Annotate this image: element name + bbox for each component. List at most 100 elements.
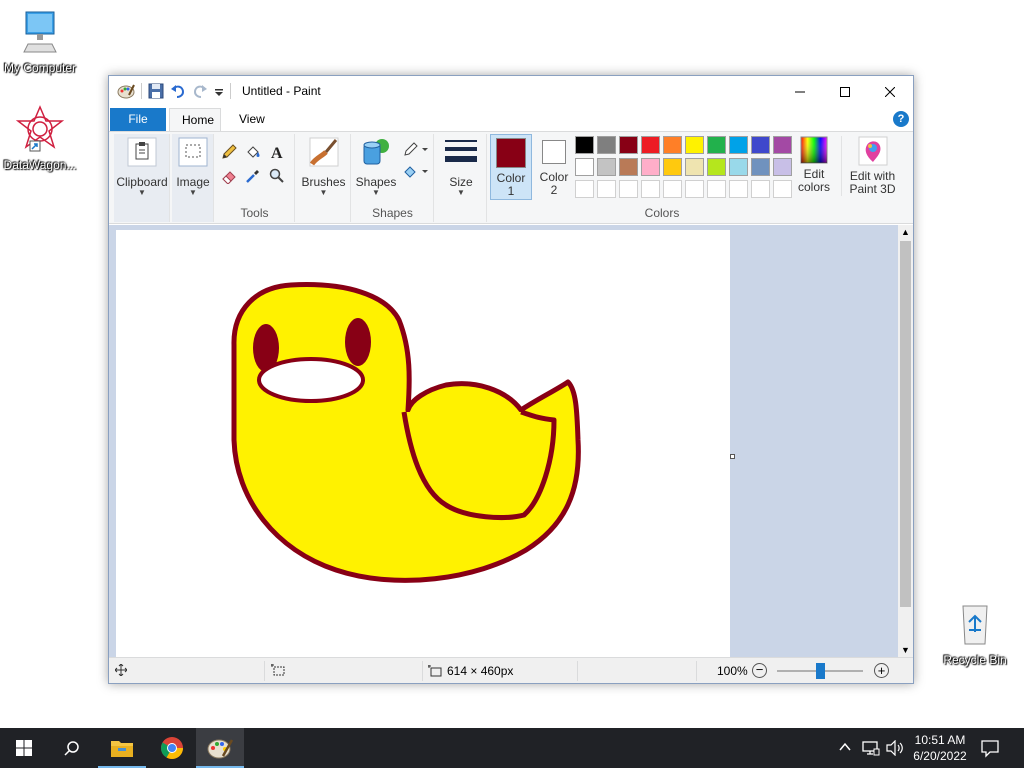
edit-with-paint3d-button[interactable]: Edit with Paint 3D [841,136,903,196]
palette-swatch[interactable] [619,158,638,176]
palette-swatch[interactable] [575,158,594,176]
fill-button[interactable] [402,162,430,182]
chrome-button[interactable] [148,728,196,768]
paint-app-icon[interactable] [117,83,135,99]
search-button[interactable] [48,728,96,768]
palette-swatch[interactable] [685,180,704,198]
tools-group: A Tools [215,134,295,222]
canvas-resize-handle[interactable] [730,454,735,459]
palette-swatch[interactable] [663,158,682,176]
zoom-slider[interactable] [777,663,863,679]
zoom-slider-thumb[interactable] [815,663,825,679]
palette-swatch[interactable] [729,180,748,198]
color-picker-tool[interactable] [243,166,263,186]
tab-home[interactable]: Home [169,108,221,131]
action-center-button[interactable] [980,738,1000,761]
palette-swatch[interactable] [751,158,770,176]
magnifier-tool[interactable] [267,166,287,186]
eraser-tool[interactable] [219,166,239,186]
desktop-icon-datawagon[interactable]: DataWagon... [0,105,80,172]
clock-time: 10:51 AM [914,733,966,747]
desktop-icon-recycle-bin[interactable]: Recycle Bin [935,600,1015,667]
desktop-icon-my-computer[interactable]: My Computer [0,8,80,75]
palette-swatch[interactable] [729,158,748,176]
text-tool[interactable]: A [267,142,287,162]
undo-icon[interactable] [170,83,186,99]
quick-access-toolbar [117,83,231,99]
volume-button[interactable] [886,739,904,759]
minimize-icon [795,91,805,92]
palette-swatch[interactable] [773,158,792,176]
palette-swatch[interactable] [663,136,682,154]
start-button[interactable] [0,728,48,768]
chevron-down-icon: ▼ [189,188,197,197]
palette-swatch[interactable] [641,180,660,198]
cursor-position [115,664,127,676]
scroll-down-arrow[interactable]: ▼ [901,645,910,655]
notification-icon [981,740,999,758]
palette-swatch[interactable] [597,158,616,176]
speaker-icon [886,739,903,757]
palette-swatch[interactable] [641,158,660,176]
color1-button[interactable]: Color 1 [490,134,532,200]
image-label: Image [176,175,210,189]
size-button[interactable]: Size ▼ [435,136,487,197]
paint3d-label-line2: Paint 3D [849,182,896,196]
image-button[interactable]: Image ▼ [172,136,214,197]
palette-swatch[interactable] [685,136,704,154]
palette-swatch[interactable] [729,136,748,154]
clock[interactable]: 10:51 AM 6/20/2022 [912,732,968,764]
palette-swatch[interactable] [597,180,616,198]
shapes-button[interactable]: Shapes ▼ [352,136,400,197]
color1-swatch [496,138,526,168]
zoom-out-button[interactable]: − [752,663,767,678]
show-hidden-icons-button[interactable] [838,740,852,757]
shapes-label: Shapes [355,175,397,189]
size-label: Size [449,175,473,189]
palette-swatch[interactable] [773,136,792,154]
vertical-scrollbar[interactable]: ▲ ▼ [898,225,913,657]
close-button[interactable] [867,76,913,107]
network-button[interactable] [862,740,880,759]
clipboard-button[interactable]: Clipboard ▼ [114,136,170,197]
zoom-in-button[interactable]: + [874,663,889,678]
paint-taskbar-button[interactable] [196,728,244,768]
palette-swatch[interactable] [751,180,770,198]
edit-colors-button[interactable]: Edit colors [794,136,834,194]
palette-swatch[interactable] [685,158,704,176]
palette-swatch[interactable] [641,136,660,154]
scrollbar-thumb[interactable] [900,241,911,607]
help-icon[interactable]: ? [893,111,909,127]
tab-view[interactable]: View [227,108,277,131]
minimize-button[interactable] [777,76,823,107]
tab-file[interactable]: File [110,108,166,131]
color2-button[interactable]: Color 2 [533,134,575,200]
palette-swatch[interactable] [575,180,594,198]
palette-swatch[interactable] [619,136,638,154]
palette-swatch[interactable] [619,180,638,198]
file-explorer-button[interactable] [98,728,146,768]
status-separator [577,661,578,681]
scroll-up-arrow[interactable]: ▲ [901,227,910,237]
palette-swatch[interactable] [575,136,594,154]
palette-swatch[interactable] [663,180,682,198]
redo-icon[interactable] [192,83,208,99]
pencil-icon [222,144,237,159]
palette-swatch[interactable] [707,158,726,176]
brushes-button[interactable]: Brushes ▼ [296,136,351,197]
palette-swatch[interactable] [751,136,770,154]
drawing-canvas[interactable] [116,230,730,657]
palette-swatch[interactable] [707,180,726,198]
datawagon-icon [15,105,65,152]
palette-swatch[interactable] [597,136,616,154]
palette-swatch[interactable] [707,136,726,154]
customize-qat-icon[interactable] [214,83,224,99]
maximize-button[interactable] [822,76,868,107]
status-separator [422,661,423,681]
clipboard-label: Clipboard [116,175,168,189]
outline-button[interactable] [402,140,430,160]
fill-tool[interactable] [243,142,263,162]
pencil-tool[interactable] [219,142,239,162]
save-icon[interactable] [148,83,164,99]
palette-swatch[interactable] [773,180,792,198]
